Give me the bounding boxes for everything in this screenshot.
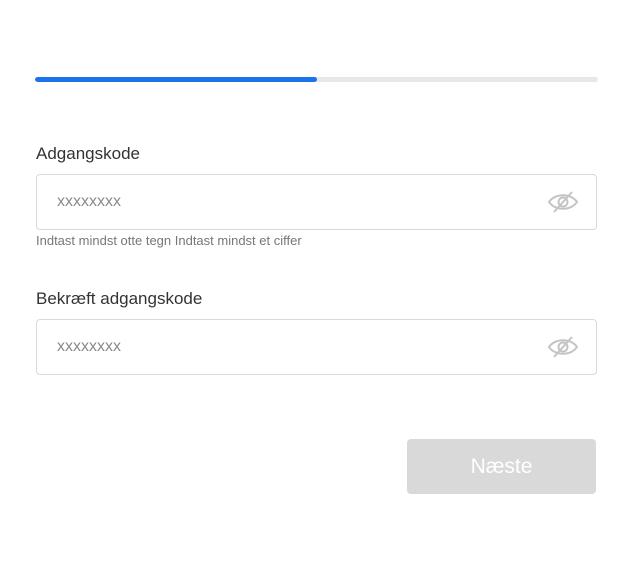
confirm-password-label: Bekræft adgangskode [36,289,203,308]
next-button[interactable]: Næste [407,439,596,494]
confirm-password-input[interactable] [57,320,527,374]
progress-bar [35,77,598,82]
password-input[interactable] [57,175,527,229]
confirm-password-field[interactable] [36,319,597,375]
password-hint: Indtast mindst otte tegn Indtast mindst … [36,233,302,248]
eye-slash-icon[interactable] [547,189,579,215]
eye-slash-icon[interactable] [547,334,579,360]
password-label: Adgangskode [36,144,140,163]
password-field[interactable] [36,174,597,230]
progress-bar-fill [35,77,317,82]
